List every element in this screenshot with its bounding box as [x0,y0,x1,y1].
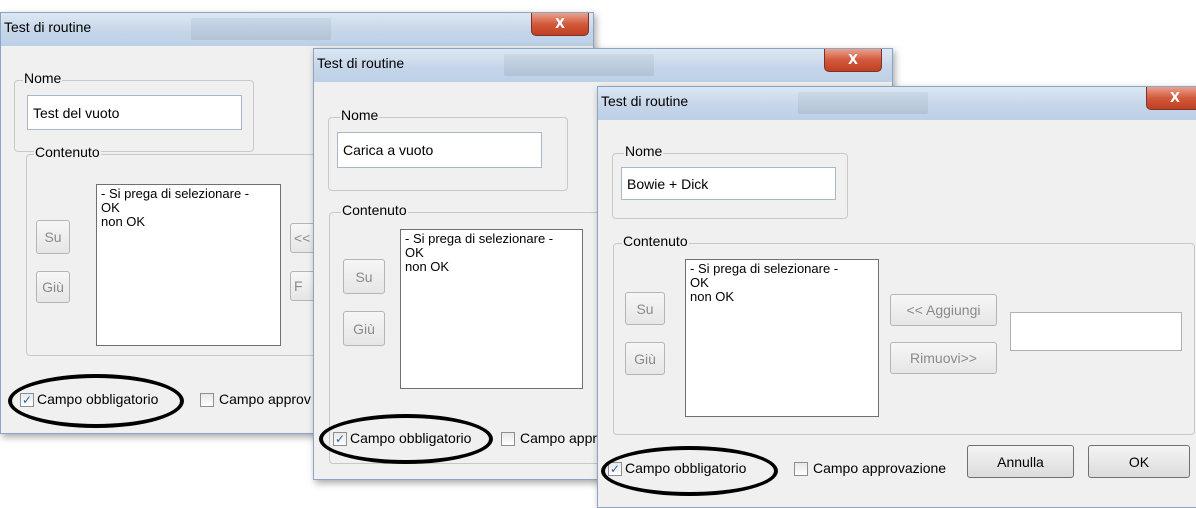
down-button[interactable]: Giù [343,311,385,346]
approval-checkbox[interactable] [501,432,515,446]
name-group-label: Nome [624,143,664,159]
ok-button[interactable]: OK [1088,445,1190,478]
close-icon: X [1169,90,1181,106]
content-group-label: Contenuto [622,233,689,249]
list-item[interactable]: non OK [405,260,578,274]
approval-label: Campo approv [219,391,311,407]
dialog-test-di-routine-3: Test di routine X Nome Bowie + Dick Cont… [597,86,1196,508]
list-item[interactable]: OK [405,246,578,260]
list-item[interactable]: OK [101,201,276,215]
close-button[interactable]: X [1146,87,1196,110]
title-bar[interactable]: Test di routine X [1,13,593,46]
content-list[interactable]: - Si prega di selezionare - OK non OK [685,259,879,417]
window-title: Test di routine [317,55,405,71]
window-title: Test di routine [4,19,92,35]
list-item[interactable]: non OK [101,215,276,229]
cancel-button[interactable]: Annulla [967,445,1074,478]
close-icon: X [554,16,566,32]
new-item-input[interactable] [1010,312,1182,351]
content-list[interactable]: - Si prega di selezionare - OK non OK [400,229,583,389]
list-item[interactable]: - Si prega di selezionare - [405,232,578,246]
close-button[interactable]: X [824,49,882,72]
close-icon: X [847,52,859,68]
name-group-label: Nome [340,107,380,123]
title-bar[interactable]: Test di routine X [314,49,892,82]
up-button[interactable]: Su [625,292,665,325]
list-item[interactable]: OK [690,276,874,290]
window-title: Test di routine [601,93,689,109]
close-button[interactable]: X [531,13,589,36]
list-item[interactable]: - Si prega di selezionare - [690,262,874,276]
name-group-label: Nome [23,70,63,86]
up-button[interactable]: Su [343,259,385,294]
list-item[interactable]: non OK [690,290,874,304]
content-list[interactable]: - Si prega di selezionare - OK non OK [96,184,281,346]
down-button[interactable]: Giù [36,271,70,303]
approval-label: Campo approvazione [813,460,947,476]
add-button[interactable]: << Aggiungi [890,294,997,326]
down-button[interactable]: Giù [625,342,665,375]
list-item[interactable]: - Si prega di selezionare - [101,187,276,201]
remove-button[interactable]: Rimuovi>> [890,342,997,374]
name-input[interactable]: Bowie + Dick [621,167,836,200]
content-group-label: Contenuto [34,144,101,160]
approval-label: Campo appr [520,430,598,446]
name-input[interactable]: Carica a vuoto [337,132,542,168]
name-input[interactable]: Test del vuoto [27,95,242,130]
approval-checkbox[interactable] [794,462,808,476]
highlight-ellipse [601,446,778,496]
up-button[interactable]: Su [36,220,70,254]
content-group-label: Contenuto [341,202,408,218]
title-bar[interactable]: Test di routine X [598,87,1196,120]
approval-checkbox[interactable] [200,393,214,407]
highlight-ellipse [8,374,184,428]
highlight-ellipse [319,414,493,464]
